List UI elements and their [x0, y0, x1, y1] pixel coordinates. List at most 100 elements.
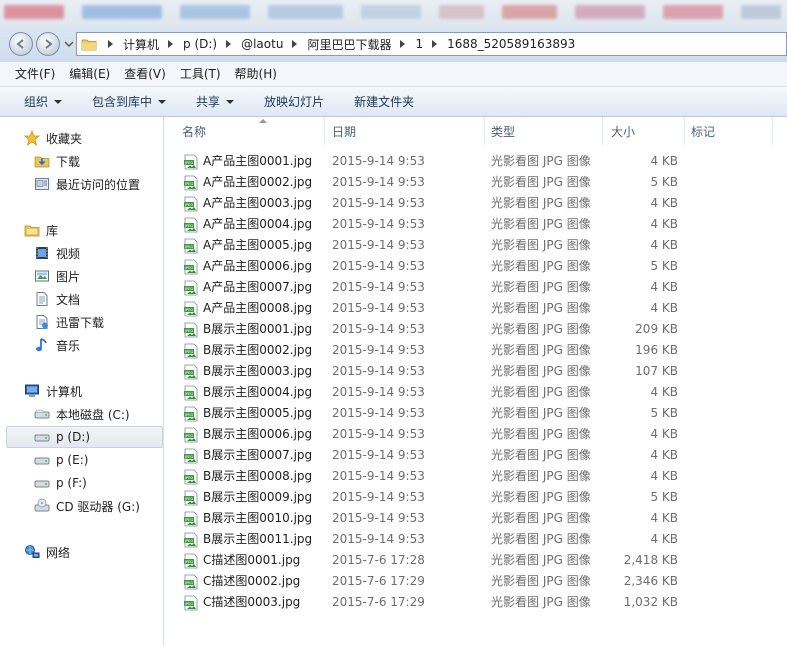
svg-text:JPEG: JPEG [184, 308, 193, 312]
nav-downloads-label: 下载 [56, 154, 81, 169]
column-header-type[interactable]: 类型 [486, 117, 603, 145]
file-row[interactable]: JPEG B展示主图0006.jpg 2015-9-14 9:53 光影看图 JPG … [165, 424, 785, 445]
svg-text:JPEG: JPEG [184, 413, 193, 417]
breadcrumb-separator-icon[interactable] [400, 40, 406, 48]
file-row[interactable]: JPEG B展示主图0007.jpg 2015-9-14 9:53 光影看图 JPG … [165, 445, 785, 466]
back-button[interactable] [9, 32, 33, 56]
network-icon [24, 544, 40, 560]
file-name: B展示主图0001.jpg [203, 322, 313, 336]
column-header-size[interactable]: 大小 [606, 117, 685, 145]
breadcrumb-separator-icon[interactable] [226, 40, 232, 48]
drive-icon [34, 475, 50, 491]
menu-help[interactable]: 帮助(H) [228, 62, 284, 87]
organize-button[interactable]: 组织 [12, 87, 74, 117]
file-date: 2015-9-14 9:53 [332, 364, 425, 378]
breadcrumb-label: 计算机 [123, 37, 160, 52]
taskbar-item-blurred [82, 5, 162, 19]
column-header-date[interactable]: 日期 [327, 117, 485, 145]
include-library-button[interactable]: 包含到库中 [74, 87, 178, 117]
file-row[interactable]: JPEG A产品主图0002.jpg 2015-9-14 9:53 光影看图 JPG … [165, 172, 785, 193]
file-size: 4 KB [650, 385, 678, 399]
file-row[interactable]: JPEG A产品主图0006.jpg 2015-9-14 9:53 光影看图 JPG … [165, 256, 785, 277]
nav-drive-d[interactable]: p (D:) [6, 426, 163, 448]
nav-libraries[interactable]: 库 [24, 219, 187, 241]
file-row[interactable]: JPEG B展示主图0002.jpg 2015-9-14 9:53 光影看图 JPG … [165, 340, 785, 361]
menu-tools[interactable]: 工具(T) [173, 62, 228, 87]
taskbar-item-blurred [575, 5, 645, 19]
file-size: 4 KB [650, 532, 678, 546]
sort-ascending-icon [259, 119, 267, 123]
file-type: 光影看图 JPG 图像 [491, 532, 591, 546]
column-header-name[interactable]: 名称 [177, 117, 325, 145]
file-row[interactable]: JPEG B展示主图0005.jpg 2015-9-14 9:53 光影看图 JPG … [165, 403, 785, 424]
recent-pages-chevron-icon[interactable] [64, 39, 74, 49]
breadcrumb-separator-icon[interactable] [292, 40, 298, 48]
menu-view[interactable]: 查看(V) [117, 62, 173, 87]
file-row[interactable]: JPEG B展示主图0011.jpg 2015-9-14 9:53 光影看图 JPG … [165, 529, 785, 550]
address-bar[interactable]: 计算机 p (D:) @laotu 阿里巴巴下载器 1 1688_520589163893 [76, 32, 787, 56]
nav-libraries-label: 库 [46, 223, 59, 238]
cd-drive-icon [34, 498, 50, 514]
file-row[interactable]: JPEG C描述图0003.jpg 2015-7-6 17:29 光影看图 JPG 图… [165, 592, 785, 613]
nav-network-label: 网络 [46, 545, 71, 560]
file-date: 2015-9-14 9:53 [332, 469, 425, 483]
breadcrumb-item[interactable]: p (D:) [183, 37, 241, 51]
svg-text:JPEG: JPEG [184, 182, 193, 186]
breadcrumb-label: @laotu [241, 37, 284, 51]
file-row[interactable]: JPEG A产品主图0005.jpg 2015-9-14 9:53 光影看图 JPG … [165, 235, 785, 256]
new-folder-button[interactable]: 新建文件夹 [336, 87, 426, 117]
share-button[interactable]: 共享 [178, 87, 246, 117]
file-size: 4 KB [650, 217, 678, 231]
video-icon [34, 245, 50, 261]
menu-file[interactable]: 文件(F) [8, 62, 62, 87]
nav-computer[interactable]: 计算机 [24, 380, 187, 402]
file-row[interactable]: JPEG C描述图0001.jpg 2015-7-6 17:28 光影看图 JPG 图… [165, 550, 785, 571]
file-row[interactable]: JPEG A产品主图0007.jpg 2015-9-14 9:53 光影看图 JPG … [165, 277, 785, 298]
svg-text:JPEG: JPEG [184, 287, 193, 291]
breadcrumb-item[interactable]: @laotu [241, 37, 307, 51]
breadcrumb-item[interactable]: 阿里巴巴下载器 [307, 36, 415, 53]
breadcrumb-separator-icon[interactable] [168, 40, 174, 48]
file-row[interactable]: JPEG B展示主图0004.jpg 2015-9-14 9:53 光影看图 JPG … [165, 382, 785, 403]
file-row[interactable]: JPEG A产品主图0003.jpg 2015-9-14 9:53 光影看图 JPG … [165, 193, 785, 214]
file-row[interactable]: JPEG A产品主图0001.jpg 2015-9-14 9:53 光影看图 JPG … [165, 151, 785, 172]
drive-icon [34, 406, 50, 422]
file-row[interactable]: JPEG B展示主图0009.jpg 2015-9-14 9:53 光影看图 JPG … [165, 487, 785, 508]
file-row[interactable]: JPEG B展示主图0003.jpg 2015-9-14 9:53 光影看图 JPG … [165, 361, 785, 382]
file-row[interactable]: JPEG A产品主图0004.jpg 2015-9-14 9:53 光影看图 JPG … [165, 214, 785, 235]
nav-drive-e-label: p (E:) [56, 453, 89, 467]
file-type: 光影看图 JPG 图像 [491, 364, 591, 378]
file-name: A产品主图0007.jpg [203, 280, 313, 294]
slideshow-button[interactable]: 放映幻灯片 [246, 87, 336, 117]
jpeg-file-icon: JPEG [183, 427, 199, 443]
breadcrumb-item[interactable]: 1688_520589163893 [447, 37, 575, 51]
menu-edit[interactable]: 编辑(E) [62, 62, 117, 87]
folder-icon [81, 39, 97, 51]
forward-button[interactable] [36, 32, 60, 56]
svg-text:JPEG: JPEG [184, 266, 193, 270]
nav-favorites[interactable]: 收藏夹 [24, 127, 187, 149]
jpeg-file-icon: JPEG [183, 595, 199, 611]
jpeg-file-icon: JPEG [183, 238, 199, 254]
address-row: 计算机 p (D:) @laotu 阿里巴巴下载器 1 1688_520589163893 [0, 26, 787, 62]
file-row[interactable]: JPEG B展示主图0008.jpg 2015-9-14 9:53 光影看图 JPG … [165, 466, 785, 487]
nav-videos-label: 视频 [56, 246, 81, 261]
file-row[interactable]: JPEG B展示主图0010.jpg 2015-9-14 9:53 光影看图 JPG … [165, 508, 785, 529]
jpeg-file-icon: JPEG [183, 217, 199, 233]
breadcrumb-item[interactable]: 计算机 [123, 36, 183, 53]
pictures-icon [34, 268, 50, 284]
file-row[interactable]: JPEG A产品主图0008.jpg 2015-9-14 9:53 光影看图 JPG … [165, 298, 785, 319]
file-row[interactable]: JPEG C描述图0002.jpg 2015-7-6 17:29 光影看图 JPG 图… [165, 571, 785, 592]
column-header-tags[interactable]: 标记 [686, 117, 773, 145]
navigation-pane: 收藏夹 下载 最近访问的位置 库 视频 图片 文档 迅雷下载 音乐 计算机 本地… [0, 117, 164, 646]
nav-network[interactable]: 网络 [24, 541, 187, 563]
breadcrumb-label: p (D:) [183, 37, 218, 51]
file-row[interactable]: JPEG B展示主图0001.jpg 2015-9-14 9:53 光影看图 JPG … [165, 319, 785, 340]
file-type: 光影看图 JPG 图像 [491, 511, 591, 525]
svg-text:JPEG: JPEG [184, 476, 193, 480]
breadcrumb-separator-icon[interactable] [432, 40, 438, 48]
organize-dropdown-icon [54, 99, 63, 104]
breadcrumb-item[interactable]: 1 [415, 37, 447, 51]
file-name: B展示主图0008.jpg [203, 469, 313, 483]
file-name: B展示主图0011.jpg [203, 532, 313, 546]
